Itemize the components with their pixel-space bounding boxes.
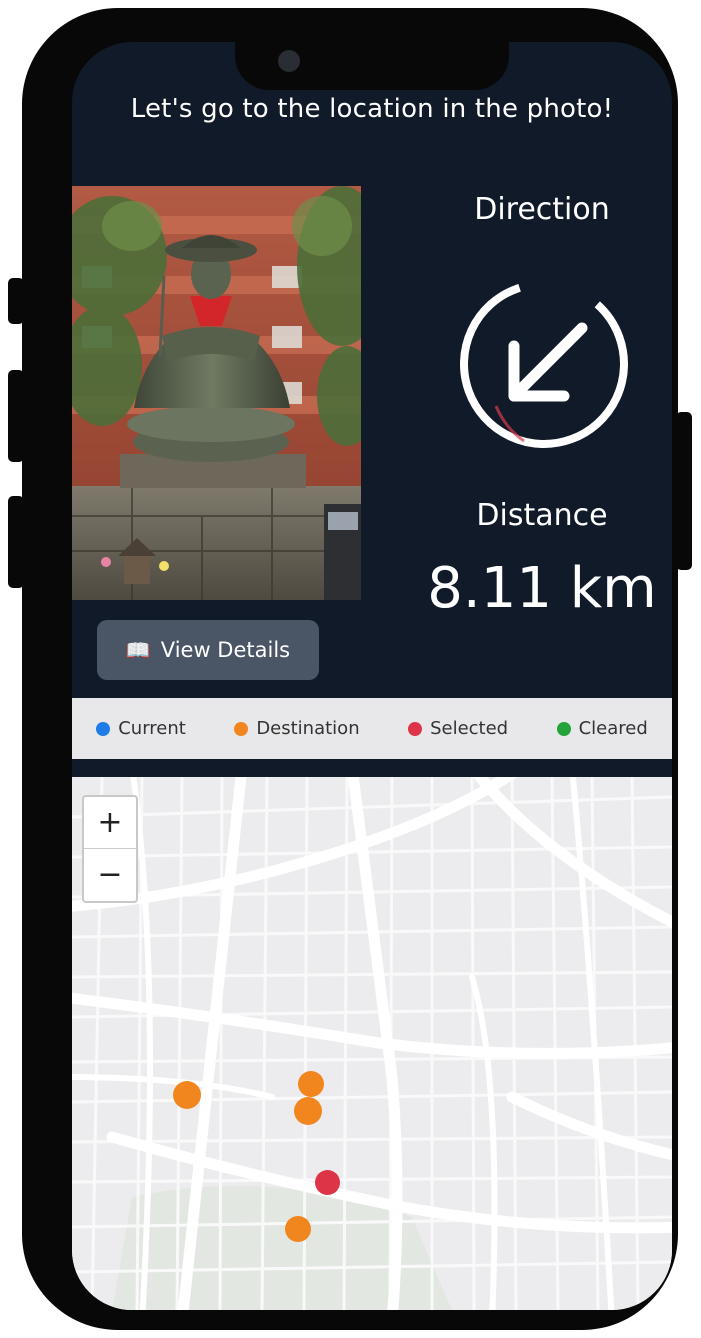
map-view[interactable]: + − <box>72 777 672 1310</box>
cleared-dot-icon <box>556 721 571 736</box>
power-button <box>676 412 692 570</box>
front-camera <box>278 50 300 72</box>
view-details-button[interactable]: 📖 View Details <box>97 620 319 680</box>
legend-cleared-label: Cleared <box>578 718 648 739</box>
page-title: Let's go to the location in the photo! <box>130 94 614 124</box>
selected-dot-icon <box>408 721 423 736</box>
legend-current: Current <box>96 718 186 739</box>
legend-cleared: Cleared <box>556 718 648 739</box>
distance-label: Distance <box>476 498 608 533</box>
view-details-label: View Details <box>160 638 291 662</box>
direction-compass <box>460 280 628 448</box>
zoom-control: + − <box>82 795 138 903</box>
destination-dot-icon <box>234 721 249 736</box>
destination-marker[interactable] <box>173 1081 201 1109</box>
zoom-in-button[interactable]: + <box>84 797 136 849</box>
legend-selected-label: Selected <box>430 718 509 739</box>
location-photo <box>72 186 361 600</box>
distance-value: 8.11 km <box>427 556 657 621</box>
legend-current-label: Current <box>118 718 186 739</box>
direction-label: Direction <box>474 192 610 227</box>
notch <box>235 42 509 90</box>
destination-marker[interactable] <box>294 1097 322 1125</box>
statue-photo-image <box>72 186 361 600</box>
current-dot-icon <box>96 721 111 736</box>
map-legend: Current Destination Selected Cleared <box>72 698 672 759</box>
destination-marker[interactable] <box>298 1071 324 1097</box>
book-icon: 📖 <box>125 638 151 662</box>
map-tiles[interactable] <box>72 777 672 1310</box>
phone-frame: Let's go to the location in the photo! 📖… <box>22 8 678 1330</box>
legend-destination-label: Destination <box>256 718 360 739</box>
zoom-out-button[interactable]: − <box>84 849 136 900</box>
arrow-down-left-icon <box>508 322 588 402</box>
legend-selected: Selected <box>408 718 508 739</box>
selected-marker[interactable] <box>315 1170 340 1195</box>
app-screen: Let's go to the location in the photo! 📖… <box>72 42 672 1310</box>
legend-destination: Destination <box>234 718 360 739</box>
destination-marker[interactable] <box>285 1216 311 1242</box>
